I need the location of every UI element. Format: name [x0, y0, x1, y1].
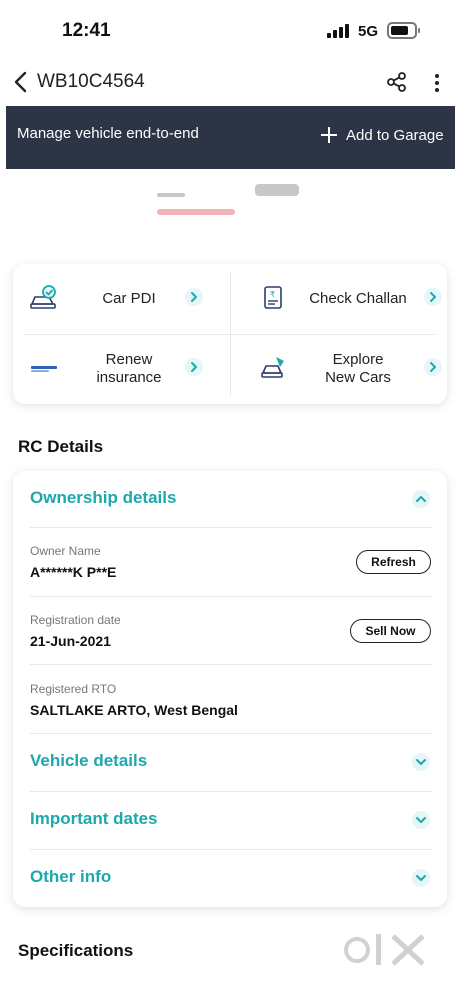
service-label: Explore New Cars [325, 351, 391, 386]
manage-vehicle-banner: Manage vehicle end-to-end Add to Garage [6, 106, 455, 169]
other-info-header[interactable]: Other info [13, 850, 447, 906]
accordion-title: Important dates [30, 809, 158, 828]
refresh-button[interactable]: Refresh [356, 550, 431, 574]
banner-text: Manage vehicle end-to-end [17, 125, 199, 142]
rc-details-title: RC Details [18, 437, 104, 456]
divider [30, 664, 432, 665]
olx-watermark-logo [344, 934, 425, 966]
accordion-title: Ownership details [30, 488, 177, 507]
ownership-details-header[interactable]: Ownership details [13, 471, 447, 527]
add-to-garage-button[interactable]: Add to Garage [320, 120, 444, 150]
chevron-down-icon [412, 869, 430, 887]
owner-name-value: A******K P**E [30, 564, 117, 580]
chevron-down-icon [412, 811, 430, 829]
share-icon[interactable] [386, 71, 408, 93]
service-label: Renew insurance [96, 351, 162, 386]
status-time: 12:41 [62, 20, 111, 41]
signal-icon [327, 24, 351, 38]
vehicle-details-header[interactable]: Vehicle details [13, 734, 447, 790]
accordion-title: Other info [30, 867, 112, 886]
registered-rto-label: Registered RTO [30, 682, 117, 696]
owner-name-label: Owner Name [30, 544, 101, 558]
battery-icon [387, 22, 420, 39]
app-header: WB10C4564 [0, 62, 461, 104]
insurance-logo-icon [31, 366, 57, 372]
add-to-garage-label: Add to Garage [346, 126, 444, 144]
service-check-challan[interactable]: ₹ Check Challan [230, 264, 447, 334]
placeholder-bar [157, 209, 235, 215]
network-type: 5G [358, 23, 379, 40]
new-car-icon [261, 357, 284, 378]
chevron-up-icon [412, 490, 430, 508]
car-inspection-icon [30, 285, 56, 309]
chevron-right-icon [424, 288, 442, 306]
plus-icon [321, 127, 337, 143]
placeholder-image [255, 184, 299, 196]
service-label: Car PDI [102, 290, 156, 307]
chevron-right-icon [185, 288, 203, 306]
vehicle-number-title: WB10C4564 [37, 71, 145, 92]
more-options-icon[interactable] [429, 72, 445, 94]
chevron-right-icon [424, 358, 442, 376]
important-dates-header[interactable]: Important dates [13, 792, 447, 848]
services-card: Car PDI ₹ Check Challan Renew insurance [13, 264, 447, 404]
service-car-pdi[interactable]: Car PDI [13, 264, 230, 334]
service-renew-insurance[interactable]: Renew insurance [13, 334, 230, 404]
registration-date-label: Registration date [30, 613, 121, 627]
registration-date-value: 21-Jun-2021 [30, 633, 111, 649]
svg-text:₹: ₹ [270, 290, 275, 299]
service-label: Check Challan [309, 290, 407, 307]
specifications-title: Specifications [18, 941, 134, 960]
placeholder-bar [157, 193, 185, 197]
chevron-down-icon [412, 753, 430, 771]
rc-details-card: Ownership details Owner Name A******K P*… [13, 471, 447, 907]
back-arrow-icon[interactable] [12, 69, 32, 95]
accordion-title: Vehicle details [30, 751, 148, 770]
registered-rto-value: SALTLAKE ARTO, West Bengal [30, 702, 238, 718]
service-explore-new-cars[interactable]: Explore New Cars [230, 334, 447, 404]
sell-now-button[interactable]: Sell Now [350, 619, 431, 643]
status-bar: 12:41 5G [0, 0, 461, 62]
divider [30, 527, 432, 528]
challan-document-icon: ₹ [264, 286, 282, 309]
divider [30, 596, 432, 597]
chevron-right-icon [185, 358, 203, 376]
